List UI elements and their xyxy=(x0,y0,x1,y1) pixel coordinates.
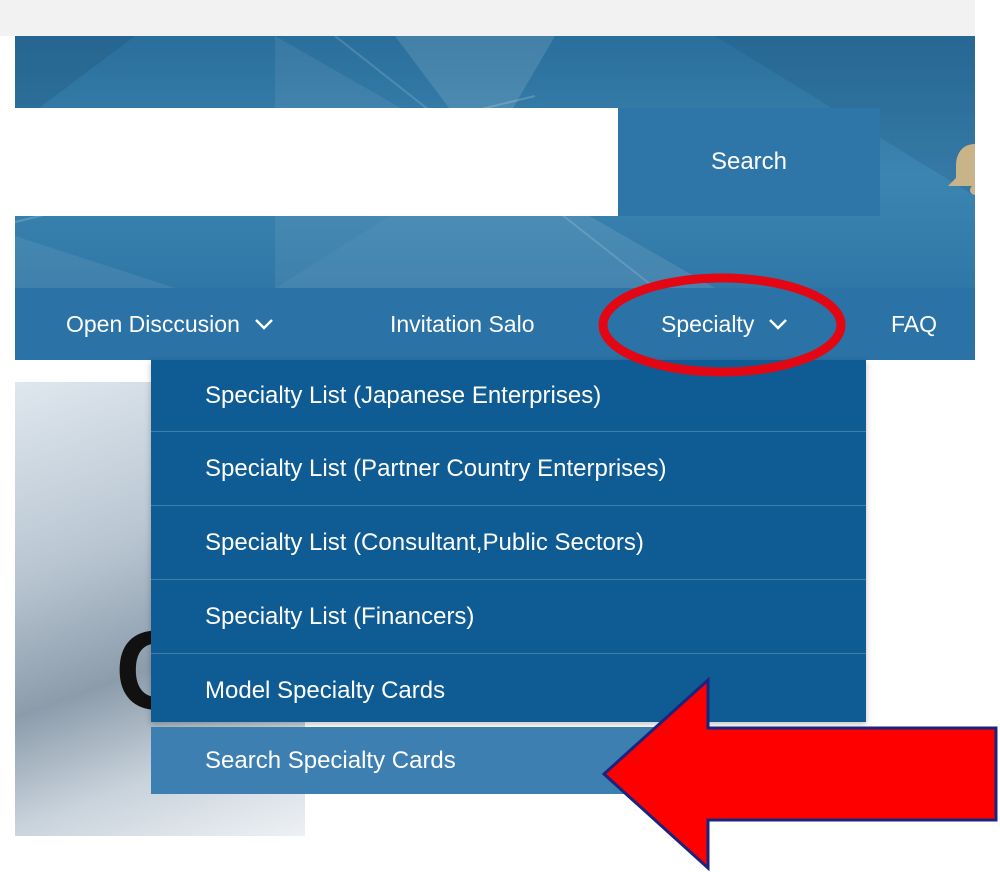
dropdown-item-label: Specialty List (Japanese Enterprises) xyxy=(205,381,602,409)
dropdown-item-label: Specialty List (Financers) xyxy=(205,602,475,630)
dropdown-item-financers[interactable]: Specialty List (Financers) xyxy=(151,580,866,654)
nav-item-open-discussion[interactable]: Open Disccusion xyxy=(66,288,274,360)
dropdown-item-partner-country-enterprises[interactable]: Specialty List (Partner Country Enterpri… xyxy=(151,432,866,506)
chevron-down-icon xyxy=(254,319,273,330)
search-button[interactable]: Search xyxy=(618,108,880,216)
dropdown-item-label: Model Specialty Cards xyxy=(205,676,446,704)
dropdown-item-consultant-public-sectors[interactable]: Specialty List (Consultant,Public Sector… xyxy=(151,506,866,580)
annotation-arrow xyxy=(601,676,998,872)
browser-top-strip xyxy=(0,0,975,36)
annotation-oval xyxy=(598,273,846,377)
search-input[interactable] xyxy=(15,108,618,216)
nav-item-faq[interactable]: FAQ xyxy=(891,288,937,360)
dropdown-item-label: Search Specialty Cards xyxy=(205,747,456,774)
nav-item-label: FAQ xyxy=(891,310,938,337)
nav-item-invitation-salon[interactable]: Invitation Salo xyxy=(390,288,534,360)
nav-item-label: Open Disccusion xyxy=(66,310,240,337)
bell-icon[interactable] xyxy=(940,140,975,196)
specialty-dropdown-menu: Specialty List (Japanese Enterprises) Sp… xyxy=(151,360,866,794)
dropdown-item-label: Specialty List (Partner Country Enterpri… xyxy=(205,454,667,482)
nav-item-label: Invitation Salo xyxy=(390,310,535,337)
dropdown-item-label: Specialty List (Consultant,Public Sector… xyxy=(205,528,644,556)
